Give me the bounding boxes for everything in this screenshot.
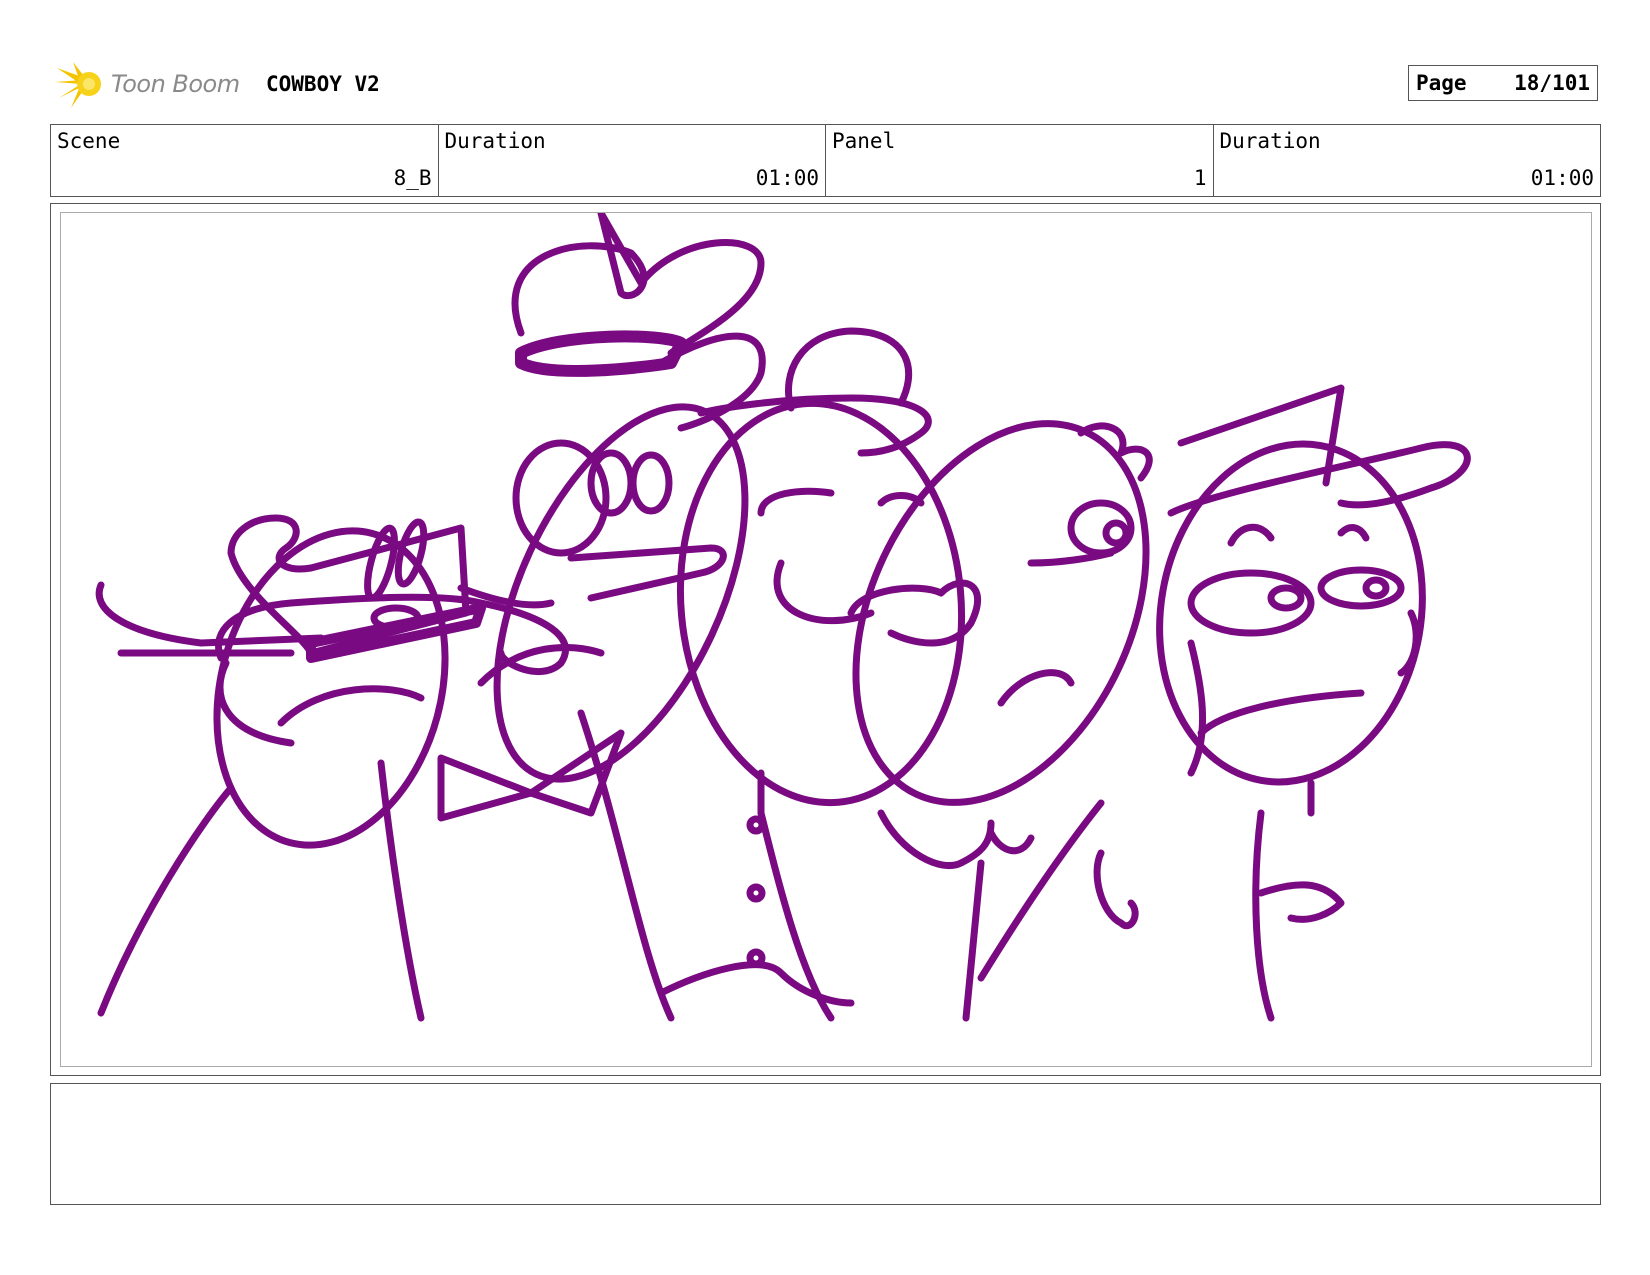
panel-value: 1 bbox=[1193, 166, 1207, 190]
page-value: 18/101 bbox=[1514, 71, 1590, 95]
logo-text: Toon Boom bbox=[111, 70, 240, 98]
page-indicator: Page 18/101 bbox=[1408, 65, 1598, 101]
page-label: Page bbox=[1416, 71, 1467, 95]
panel-duration-cell: Duration 01:00 bbox=[1212, 125, 1601, 196]
scene-duration-value: 01:00 bbox=[755, 166, 819, 190]
character-4-sketch bbox=[852, 420, 1153, 1022]
storyboard-panel-image bbox=[60, 212, 1592, 1067]
panel-info-row: Scene 8_B Duration 01:00 Panel 1 Duratio… bbox=[50, 124, 1601, 197]
project-title: COWBOY V2 bbox=[266, 72, 380, 96]
toon-boom-star-icon bbox=[55, 62, 101, 108]
scene-duration-cell: Duration 01:00 bbox=[437, 125, 826, 196]
panel-cell: Panel 1 bbox=[825, 125, 1213, 196]
character-5-sketch bbox=[1093, 384, 1471, 1022]
character-1-sketch bbox=[95, 514, 569, 1022]
toon-boom-logo: Toon Boom bbox=[55, 58, 240, 110]
character-3-sketch bbox=[657, 327, 981, 1022]
character-2-sketch bbox=[437, 213, 766, 1022]
panel-duration-label: Duration bbox=[1219, 129, 1321, 153]
panel-label: Panel bbox=[832, 129, 896, 153]
scene-label: Scene bbox=[57, 129, 121, 153]
scene-duration-label: Duration bbox=[444, 129, 546, 153]
notes-box bbox=[50, 1083, 1601, 1205]
header: Toon Boom COWBOY V2 Page 18/101 bbox=[50, 56, 1600, 112]
scene-value: 8_B bbox=[393, 166, 432, 190]
sketch-five-characters bbox=[95, 213, 1471, 1022]
panel-duration-value: 01:00 bbox=[1530, 166, 1594, 190]
scene-cell: Scene 8_B bbox=[51, 125, 438, 196]
